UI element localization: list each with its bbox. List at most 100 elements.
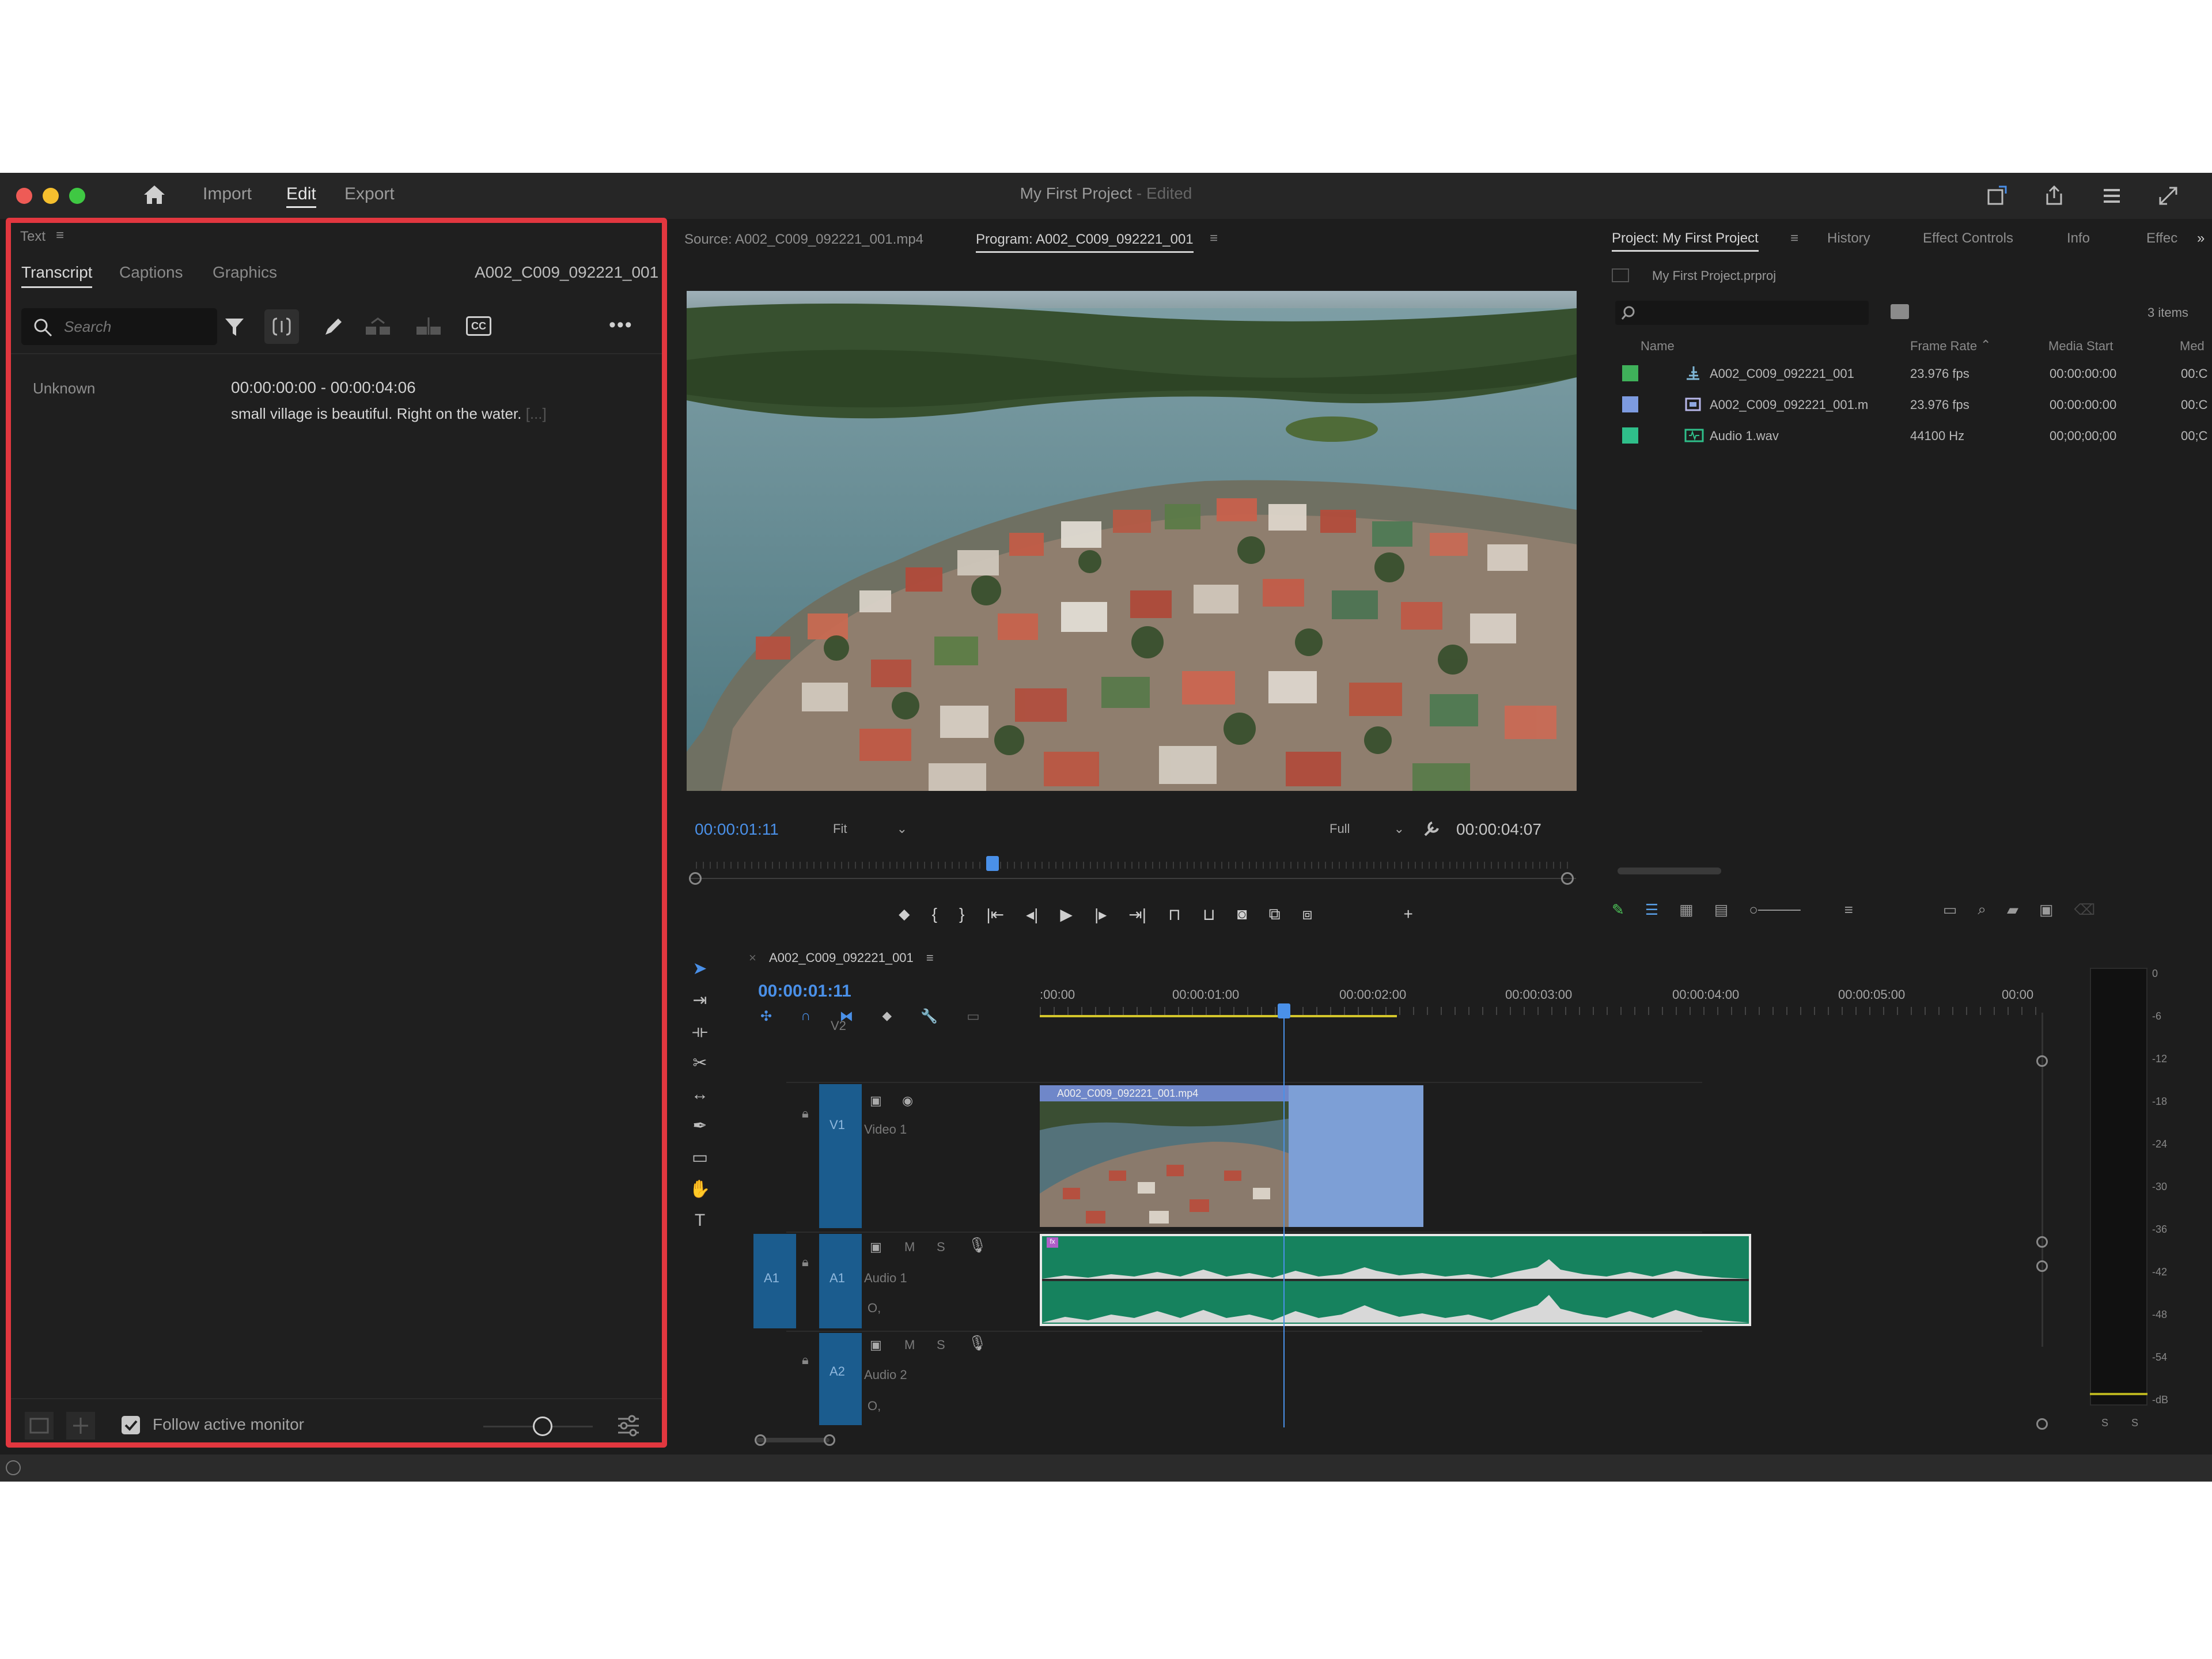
project-menu-icon[interactable]: ≡ (1790, 230, 1798, 247)
toggle-sync-lock-icon[interactable]: ▣ (870, 1338, 882, 1353)
vertical-scroll-handle[interactable] (2036, 1236, 2048, 1248)
transcript-text[interactable]: small village is beautiful. Right on the… (231, 405, 521, 422)
tab-history[interactable]: History (1827, 230, 1870, 247)
hand-tool-icon[interactable]: ✋ (689, 1179, 710, 1199)
timeline-settings-icon[interactable]: 🔧 (921, 1008, 938, 1025)
merge-segments-icon[interactable] (363, 315, 392, 341)
project-scrollbar[interactable] (1618, 868, 1721, 874)
sequence-menu-icon[interactable]: ≡ (926, 950, 934, 965)
quick-export-icon[interactable] (1985, 183, 2010, 209)
sort-ascending-icon[interactable]: ⌃ (1980, 338, 1991, 353)
solo-button[interactable]: S (937, 1338, 945, 1353)
tab-captions[interactable]: Captions (119, 263, 183, 282)
close-icon[interactable]: × (749, 950, 756, 965)
program-current-time[interactable]: 00:00:01:11 (695, 820, 779, 839)
panel-menu-icon[interactable]: ≡ (56, 228, 64, 244)
list-view-icon[interactable]: ☰ (1645, 901, 1658, 919)
more-tabs-icon[interactable]: » (2197, 230, 2205, 247)
pencil-icon[interactable]: ✎ (1612, 901, 1624, 919)
program-time-ruler[interactable] (689, 856, 1576, 879)
solo-button[interactable]: S (937, 1240, 945, 1255)
trash-icon[interactable]: ⌫ (2074, 901, 2096, 919)
tab-source[interactable]: Source: A002_C009_092221_001.mp4 (684, 232, 923, 248)
eye-icon[interactable]: ◉ (902, 1093, 913, 1108)
timeline-current-time[interactable]: 00:00:01:11 (758, 982, 851, 1001)
more-options-icon[interactable]: ••• (609, 314, 633, 336)
search-input[interactable] (64, 316, 208, 337)
fullscreen-icon[interactable] (2156, 183, 2181, 209)
tab-program[interactable]: Program: A002_C009_092221_001 (976, 232, 1194, 253)
comparison-view-icon[interactable]: ⧉ (1269, 905, 1281, 924)
track-v1-target[interactable]: V1 (819, 1084, 862, 1228)
import-captions-icon[interactable] (66, 1412, 95, 1440)
play-icon[interactable]: ▶ (1060, 905, 1073, 924)
zoom-start-handle[interactable] (755, 1434, 766, 1446)
scroll-start-handle[interactable] (689, 872, 702, 885)
nest-icon[interactable]: ✣ (760, 1008, 772, 1025)
toggle-sync-lock-icon[interactable]: ▣ (870, 1093, 882, 1108)
vertical-scroll-handle[interactable] (2036, 1055, 2048, 1067)
filter-icon[interactable] (223, 315, 246, 341)
video-clip[interactable]: A002_C009_092221_001.mp4 (1040, 1085, 1289, 1227)
track-a1-target[interactable]: A1 (819, 1234, 862, 1328)
video-clip-tail[interactable] (1289, 1085, 1423, 1227)
automate-to-sequence-icon[interactable]: ▭ (1943, 901, 1957, 919)
project-search-field[interactable] (1615, 301, 1869, 325)
find-icon[interactable]: ⌕ (1978, 900, 1986, 919)
add-marker-icon[interactable]: ⬥ (882, 1008, 892, 1025)
zoom-slider-handle[interactable] (533, 1416, 552, 1436)
tab-effects[interactable]: Effec (2146, 230, 2177, 247)
go-to-in-icon[interactable]: |⇤ (986, 905, 1004, 924)
meter-solo-left[interactable]: S (2101, 1417, 2108, 1429)
project-row[interactable]: Audio 1.wav 44100 Hz 00;00;00;00 00;C (1612, 421, 2211, 452)
ripple-edit-icon[interactable]: ⟛ (692, 1022, 707, 1041)
step-back-icon[interactable]: ◂| (1026, 905, 1038, 924)
tab-effect-controls[interactable]: Effect Controls (1923, 230, 2013, 247)
lock-icon[interactable]: 🔒︎ (802, 1255, 809, 1270)
program-menu-icon[interactable]: ≡ (1210, 230, 1218, 247)
lock-icon[interactable]: 🔒︎ (802, 1106, 809, 1121)
freeform-view-icon[interactable]: ▤ (1714, 901, 1729, 919)
work-area-bar[interactable] (1040, 1015, 1397, 1017)
tab-info[interactable]: Info (2067, 230, 2090, 247)
col-media-start[interactable]: Media Start (2048, 339, 2113, 354)
mute-button[interactable]: M (904, 1240, 915, 1255)
sequence-tab[interactable]: × A002_C009_092221_001 ≡ (749, 950, 934, 965)
type-tool-icon[interactable]: T (695, 1211, 705, 1230)
icon-view-icon[interactable]: ▦ (1679, 901, 1694, 919)
go-to-out-icon[interactable]: ⇥| (1128, 905, 1146, 924)
col-media[interactable]: Med (2180, 339, 2205, 354)
transcribe-toggle[interactable] (264, 309, 299, 344)
project-row[interactable]: A002_C009_092221_001.m 23.976 fps 00:00:… (1612, 389, 2211, 421)
extract-icon[interactable]: ⊔ (1203, 905, 1215, 924)
transcript-segment[interactable]: small village is beautiful. Right on the… (231, 405, 547, 423)
scroll-end-handle[interactable] (1561, 872, 1574, 885)
button-editor-icon[interactable]: + (1403, 905, 1412, 923)
razor-tool-icon[interactable]: ✂ (692, 1053, 707, 1073)
snap-icon[interactable]: ∩ (801, 1008, 810, 1025)
microphone-icon[interactable]: 🎙︎ (968, 1334, 987, 1352)
lock-icon[interactable]: 🔒︎ (802, 1353, 809, 1368)
project-row[interactable]: A002_C009_092221_001 23.976 fps 00:00:00… (1612, 358, 2211, 389)
meter-solo-right[interactable]: S (2131, 1417, 2138, 1429)
zoom-end-handle[interactable] (824, 1434, 835, 1446)
wrench-icon[interactable] (1422, 818, 1442, 842)
add-marker-icon[interactable]: ⬥ (899, 905, 910, 924)
share-icon[interactable] (2041, 183, 2067, 209)
program-monitor-frame[interactable] (687, 291, 1577, 791)
export-text-icon[interactable] (25, 1412, 54, 1440)
split-segment-icon[interactable] (414, 315, 443, 341)
pen-tool-icon[interactable]: ✒ (692, 1116, 707, 1136)
col-frame-rate[interactable]: Frame Rate (1910, 339, 1977, 354)
program-playhead[interactable] (986, 856, 999, 871)
captions-track-icon[interactable]: ▭ (967, 1008, 980, 1025)
follow-monitor-checkbox[interactable] (122, 1416, 140, 1434)
speaker-label[interactable]: Unknown (33, 380, 95, 397)
selection-tool-icon[interactable]: ➤ (692, 959, 707, 979)
track-select-icon[interactable]: ⇥ (692, 990, 707, 1010)
fit-dropdown[interactable]: Fit ⌄ (833, 821, 907, 836)
mute-button[interactable]: M (904, 1338, 915, 1353)
new-bin-icon[interactable]: ▰ (2007, 901, 2018, 919)
rectangle-tool-icon[interactable]: ▭ (692, 1147, 708, 1168)
settings-sliders-icon[interactable] (616, 1413, 641, 1441)
